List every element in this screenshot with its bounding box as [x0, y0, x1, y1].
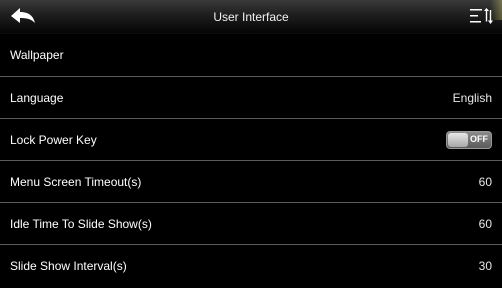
setting-value: 60 — [478, 174, 492, 189]
setting-row-lock-power-key[interactable]: Lock Power Key OFF — [0, 118, 502, 160]
lock-power-key-toggle[interactable]: OFF — [446, 130, 492, 149]
setting-row-slide-show-interval[interactable]: Slide Show Interval(s) 30 — [0, 244, 502, 286]
setting-label: Menu Screen Timeout(s) — [10, 174, 142, 189]
back-arrow-icon — [10, 7, 36, 28]
title-bar: User Interface — [0, 0, 502, 34]
setting-label: Wallpaper — [10, 48, 64, 62]
setting-label: Language — [10, 90, 64, 105]
setting-value: 30 — [478, 258, 492, 273]
sort-menu-icon — [470, 7, 494, 28]
setting-row-wallpaper[interactable]: Wallpaper — [0, 34, 502, 76]
setting-label: Slide Show Interval(s) — [10, 258, 127, 273]
setting-row-idle-time-to-slide-show[interactable]: Idle Time To Slide Show(s) 60 — [0, 202, 502, 244]
settings-list: Wallpaper Language English Lock Power Ke… — [0, 34, 502, 286]
setting-label: Idle Time To Slide Show(s) — [10, 216, 152, 231]
setting-label: Lock Power Key — [10, 132, 97, 147]
toggle-knob — [448, 132, 468, 147]
setting-value: English — [452, 90, 492, 105]
back-button[interactable] — [8, 4, 38, 30]
setting-value: 60 — [478, 216, 492, 231]
sort-menu-button[interactable] — [466, 4, 498, 30]
setting-row-language[interactable]: Language English — [0, 76, 502, 118]
toggle-state-label: OFF — [470, 133, 488, 144]
setting-row-menu-screen-timeout[interactable]: Menu Screen Timeout(s) 60 — [0, 160, 502, 202]
page-title: User Interface — [213, 9, 289, 24]
